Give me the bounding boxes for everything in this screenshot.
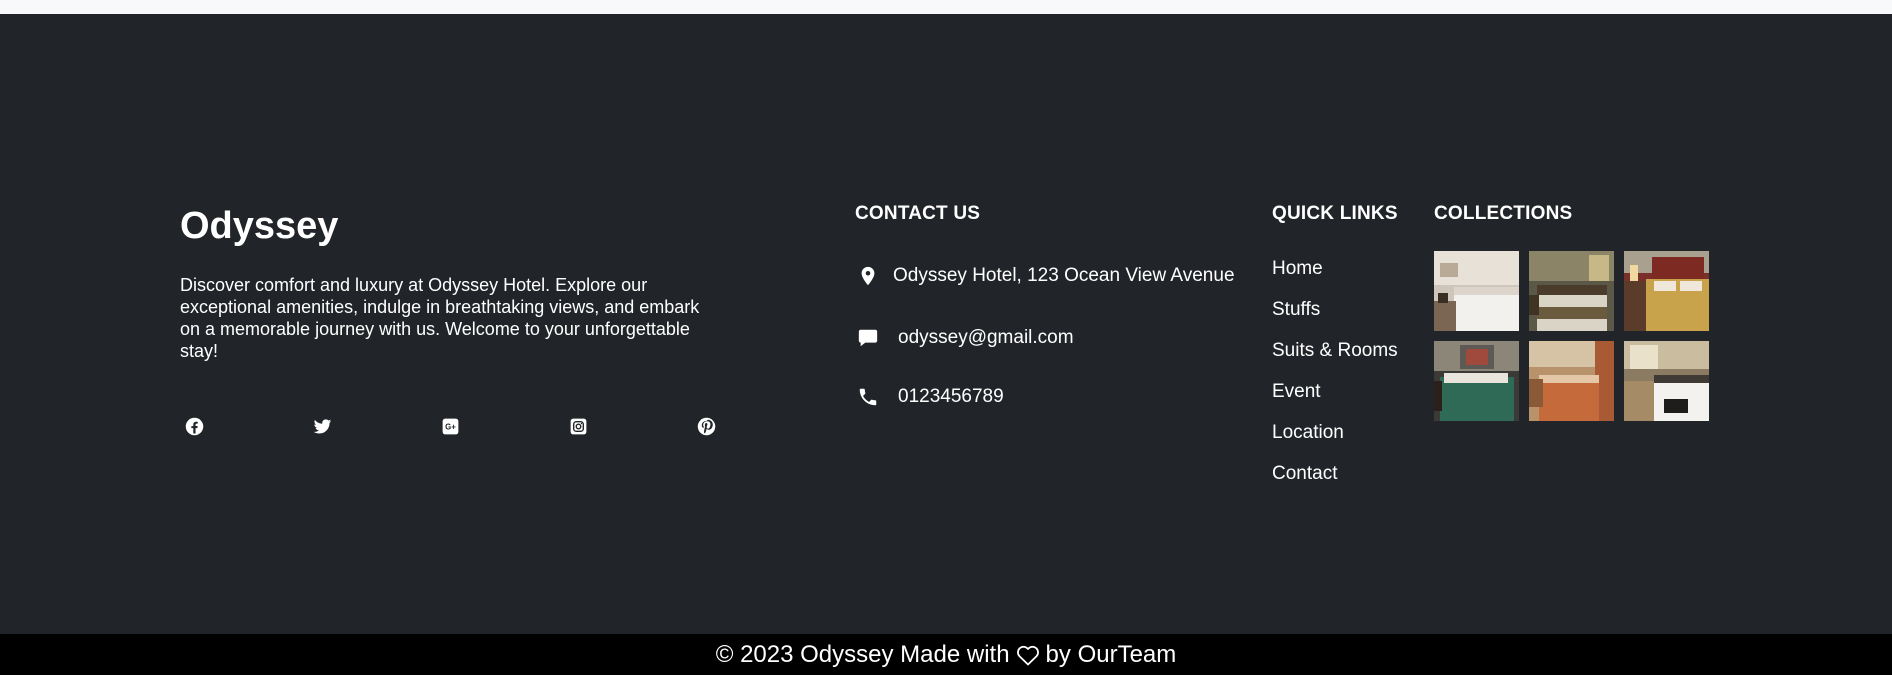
- hotel-room-photo[interactable]: [1624, 251, 1709, 331]
- location-pin-icon: [855, 263, 881, 289]
- quick-link-home[interactable]: Home: [1272, 248, 1422, 289]
- copyright-suffix: by OurTeam: [1045, 640, 1177, 668]
- copyright-prefix: © 2023 Odyssey Made with: [715, 640, 1010, 668]
- social-links: G+: [180, 412, 720, 440]
- collections-title: COLLECTIONS: [1434, 203, 1573, 224]
- quick-link-location[interactable]: Location: [1272, 412, 1422, 453]
- pinterest-icon[interactable]: [692, 412, 720, 440]
- quick-links-list: Home Stuffs Suits & Rooms Event Location…: [1272, 248, 1422, 494]
- heart-icon: [1016, 644, 1040, 666]
- collections-column: COLLECTIONS: [1434, 203, 1734, 421]
- quick-link-suits-rooms[interactable]: Suits & Rooms: [1272, 330, 1422, 371]
- hotel-room-photo[interactable]: [1434, 251, 1519, 331]
- copyright-bar: © 2023 Odyssey Made with by OurTeam: [0, 634, 1892, 675]
- contact-address: Odyssey Hotel, 123 Ocean View Avenue: [855, 263, 1235, 289]
- contact-email: odyssey@gmail.com: [855, 325, 1074, 351]
- phone-link[interactable]: 0123456789: [898, 386, 1004, 408]
- contact-column: CONTACT US Odyssey Hotel, 123 Ocean View…: [855, 203, 1255, 407]
- site-footer: Odyssey Discover comfort and luxury at O…: [0, 14, 1892, 634]
- hotel-room-photo[interactable]: [1624, 341, 1709, 421]
- google-plus-icon[interactable]: G+: [436, 412, 464, 440]
- hotel-room-photo[interactable]: [1529, 341, 1614, 421]
- phone-icon: [855, 384, 881, 410]
- quick-links-title: QUICK LINKS: [1272, 203, 1398, 224]
- address-text: Odyssey Hotel, 123 Ocean View Avenue: [893, 265, 1235, 286]
- facebook-icon[interactable]: [180, 412, 208, 440]
- quick-links-column: QUICK LINKS Home Stuffs Suits & Rooms Ev…: [1272, 203, 1422, 494]
- contact-phone: 0123456789: [855, 384, 1004, 410]
- brand-column: Odyssey Discover comfort and luxury at O…: [180, 204, 715, 435]
- collections-grid: [1434, 251, 1714, 421]
- quick-link-contact[interactable]: Contact: [1272, 453, 1422, 494]
- top-strip: [0, 0, 1892, 14]
- brand-name: Odyssey: [180, 205, 339, 247]
- svg-text:G+: G+: [445, 422, 456, 431]
- message-icon: [855, 325, 881, 351]
- contact-title: CONTACT US: [855, 203, 981, 224]
- quick-link-stuffs[interactable]: Stuffs: [1272, 289, 1422, 330]
- twitter-icon[interactable]: [308, 412, 336, 440]
- brand-description: Discover comfort and luxury at Odyssey H…: [180, 275, 700, 361]
- instagram-icon[interactable]: [564, 412, 592, 440]
- quick-link-event[interactable]: Event: [1272, 371, 1422, 412]
- hotel-room-photo[interactable]: [1434, 341, 1519, 421]
- email-link[interactable]: odyssey@gmail.com: [898, 327, 1074, 349]
- hotel-room-photo[interactable]: [1529, 251, 1614, 331]
